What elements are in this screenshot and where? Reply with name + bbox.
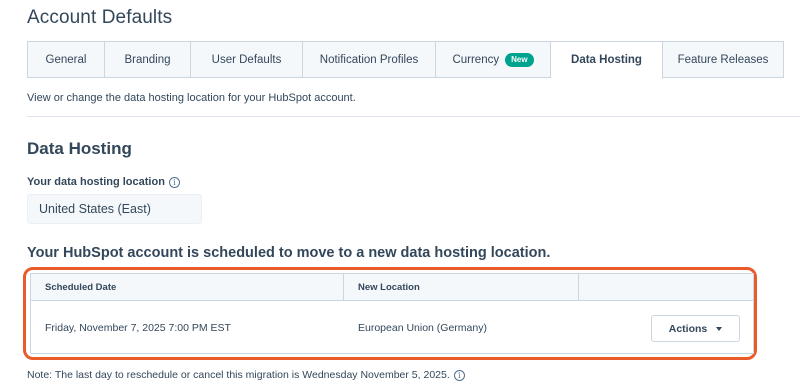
tab-label: User Defaults	[211, 53, 282, 66]
new-location-cell: European Union (Germany)	[358, 321, 487, 334]
new-badge: New	[505, 52, 534, 67]
tab-label: Currency	[452, 53, 500, 66]
location-label-text: Your data hosting location	[27, 176, 165, 188]
column-header-new-location: New Location	[344, 274, 579, 300]
location-label: Your data hosting location i	[27, 176, 180, 188]
tab-label: General	[45, 53, 87, 66]
migration-table: Scheduled Date New Location Friday, Nove…	[30, 273, 754, 354]
tab-feature-releases[interactable]: Feature Releases	[663, 41, 784, 78]
info-icon[interactable]: i	[168, 176, 180, 188]
page-title: Account Defaults	[27, 7, 173, 28]
info-icon[interactable]: i	[453, 369, 465, 381]
actions-dropdown-button[interactable]: Actions	[651, 315, 740, 342]
tab-label: Branding	[124, 53, 171, 66]
location-value: United States (East)	[27, 194, 202, 224]
section-title: Data Hosting	[27, 139, 132, 158]
migration-note: Note: The last day to reschedule or canc…	[27, 369, 465, 381]
migration-heading: Your HubSpot account is scheduled to mov…	[27, 245, 551, 261]
tab-user-defaults[interactable]: User Defaults	[191, 41, 303, 78]
tab-bar: General Branding User Defaults Notificat…	[27, 41, 784, 79]
tab-notification-profiles[interactable]: Notification Profiles	[303, 41, 436, 78]
scheduled-date-cell: Friday, November 7, 2025 7:00 PM EST	[45, 321, 231, 334]
tab-general[interactable]: General	[27, 41, 105, 78]
tab-branding[interactable]: Branding	[105, 41, 191, 78]
tab-label: Data Hosting	[571, 54, 642, 66]
tab-label: Feature Releases	[677, 53, 769, 66]
page-description: View or change the data hosting location…	[27, 92, 356, 104]
tab-data-hosting[interactable]: Data Hosting	[551, 41, 663, 79]
caret-down-icon	[716, 326, 723, 331]
migration-note-text: Note: The last day to reschedule or canc…	[27, 369, 450, 381]
tab-label: Notification Profiles	[319, 53, 419, 66]
actions-label: Actions	[668, 322, 708, 335]
column-header-actions	[579, 274, 754, 300]
table-header: Scheduled Date New Location	[31, 274, 753, 301]
column-header-scheduled-date: Scheduled Date	[31, 274, 344, 300]
tab-currency[interactable]: Currency New	[436, 41, 551, 78]
section-divider	[27, 116, 800, 117]
